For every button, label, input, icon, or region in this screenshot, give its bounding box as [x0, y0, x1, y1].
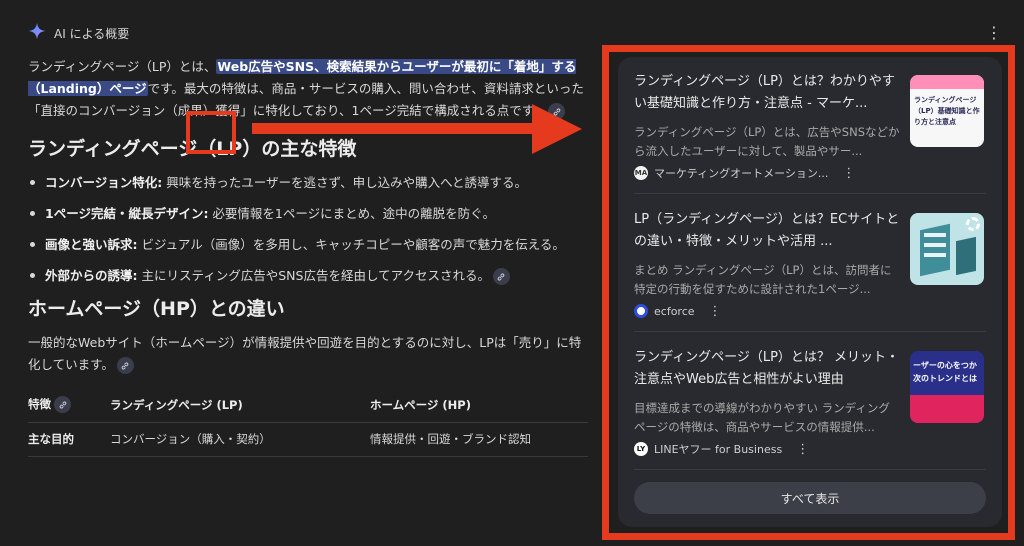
source-snippet: まとめ ランディングページ（LP）とは、訪問者に特定の行動を促すために設計された…: [634, 263, 892, 296]
table-header-cell: 特徴: [28, 388, 110, 423]
source-link-icon[interactable]: [54, 396, 71, 414]
sources-panel: ランディングページ（LP）とは？わかりやすい基礎知識と作り方・注意点 - マーケ…: [618, 57, 1002, 527]
source-site: ecforce ⋮: [634, 303, 722, 319]
table-cell: 主な目的: [28, 422, 110, 457]
site-name: マーケティングオートメーション...: [654, 167, 829, 180]
more-options-icon[interactable]: ⋮: [986, 25, 1002, 41]
site-name: LINEヤフー for Business: [654, 443, 783, 456]
source-site: MA マーケティングオートメーション... ⋮: [634, 165, 855, 181]
source-title[interactable]: LP（ランディングページ）とは？ECサイトとの違い・特徴・メリットや活用 ...: [634, 209, 900, 253]
show-all-button[interactable]: すべて表示: [634, 482, 986, 514]
annotation-highlight-box: [186, 111, 236, 154]
source-site: LY LINEヤフー for Business ⋮: [634, 441, 809, 457]
more-options-icon[interactable]: ⋮: [842, 166, 855, 181]
source-link-icon[interactable]: [116, 357, 134, 374]
site-favicon-icon: LY: [634, 442, 648, 456]
list-item: コンバージョン特化: 興味を持ったユーザーを逃さず、申し込みや購入へと誘導する。: [28, 172, 588, 193]
site-favicon-icon: MA: [634, 166, 648, 180]
section-heading-difference: ホームページ（HP）との違い: [28, 298, 285, 320]
source-thumbnail[interactable]: ーザーの心をつか次のトレンドとは: [910, 351, 984, 423]
ai-overview-header: AI による概要: [28, 22, 588, 44]
thumbnail-text: ランディングページ（LP）基礎知識と作り方と注意点: [914, 96, 980, 126]
difference-text: 一般的なWebサイト（ホームページ）が情報提供や回遊を目的とするのに対し、LPは…: [28, 335, 582, 372]
source-card[interactable]: ランディングページ（LP）とは？ メリット・注意点やWeb広告と相性がよい理由 …: [634, 337, 986, 459]
table-cell: コンバージョン（購入・契約）: [110, 422, 370, 457]
site-name: ecforce: [654, 304, 695, 318]
source-link-icon[interactable]: [492, 268, 510, 285]
source-thumbnail[interactable]: ランディングページ（LP）基礎知識と作り方と注意点: [910, 75, 984, 147]
intro-text-1: ランディングページ（LP）とは、: [28, 59, 217, 74]
source-title[interactable]: ランディングページ（LP）とは？わかりやすい基礎知識と作り方・注意点 - マーケ…: [634, 71, 900, 115]
table-cell: 情報提供・回遊・ブランド認知: [370, 422, 588, 457]
table-header-cell: ホームページ (HP): [370, 388, 588, 423]
site-favicon-icon: [634, 304, 648, 318]
list-item: 1ページ完結・縦長デザイン: 必要情報を1ページにまとめ、途中の離脱を防ぐ。: [28, 203, 588, 224]
source-card[interactable]: LP（ランディングページ）とは？ECサイトとの違い・特徴・メリットや活用 ...…: [634, 199, 986, 321]
annotation-arrow-icon: [252, 104, 582, 158]
divider: [634, 193, 986, 194]
comparison-table: 特徴 ランディングページ (LP) ホームページ (HP) 主な目的 コンバージ…: [28, 388, 588, 457]
gemini-sparkle-icon: [28, 22, 46, 44]
difference-paragraph: 一般的なWebサイト（ホームページ）が情報提供や回遊を目的とするのに対し、LPは…: [28, 332, 588, 376]
more-options-icon[interactable]: ⋮: [709, 304, 722, 319]
divider: [634, 331, 986, 332]
ai-overview: AI による概要 ランディングページ（LP）とは、Web広告やSNS、検索結果か…: [28, 22, 588, 457]
table-row: 主な目的 コンバージョン（購入・契約） 情報提供・回遊・ブランド認知: [28, 422, 588, 457]
source-title[interactable]: ランディングページ（LP）とは？ メリット・注意点やWeb広告と相性がよい理由: [634, 347, 900, 391]
source-thumbnail[interactable]: [910, 213, 984, 285]
source-card[interactable]: ランディングページ（LP）とは？わかりやすい基礎知識と作り方・注意点 - マーケ…: [634, 61, 986, 183]
features-list: コンバージョン特化: 興味を持ったユーザーを逃さず、申し込みや購入へと誘導する。…: [28, 172, 588, 286]
source-snippet: 目標達成までの導線がわかりやすい ランディングページの特徴は、商品やサービスの情…: [634, 401, 890, 434]
ai-overview-label: AI による概要: [54, 26, 130, 41]
list-item: 画像と強い訴求: ビジュアル（画像）を多用し、キャッチコピーや顧客の声で魅力を伝…: [28, 234, 588, 255]
list-item: 外部からの誘導: 主にリスティング広告やSNS広告を経由してアクセスされる。: [28, 265, 588, 286]
source-snippet: ランディングページ（LP）とは、広告やSNSなどから流入したユーザーに対して、製…: [634, 125, 900, 158]
divider: [634, 469, 986, 470]
thumbnail-text: ーザーの心をつか次のトレンドとは: [913, 361, 977, 383]
more-options-icon[interactable]: ⋮: [796, 442, 809, 457]
table-header-cell: ランディングページ (LP): [110, 388, 370, 423]
table-header-row: 特徴 ランディングページ (LP) ホームページ (HP): [28, 388, 588, 423]
